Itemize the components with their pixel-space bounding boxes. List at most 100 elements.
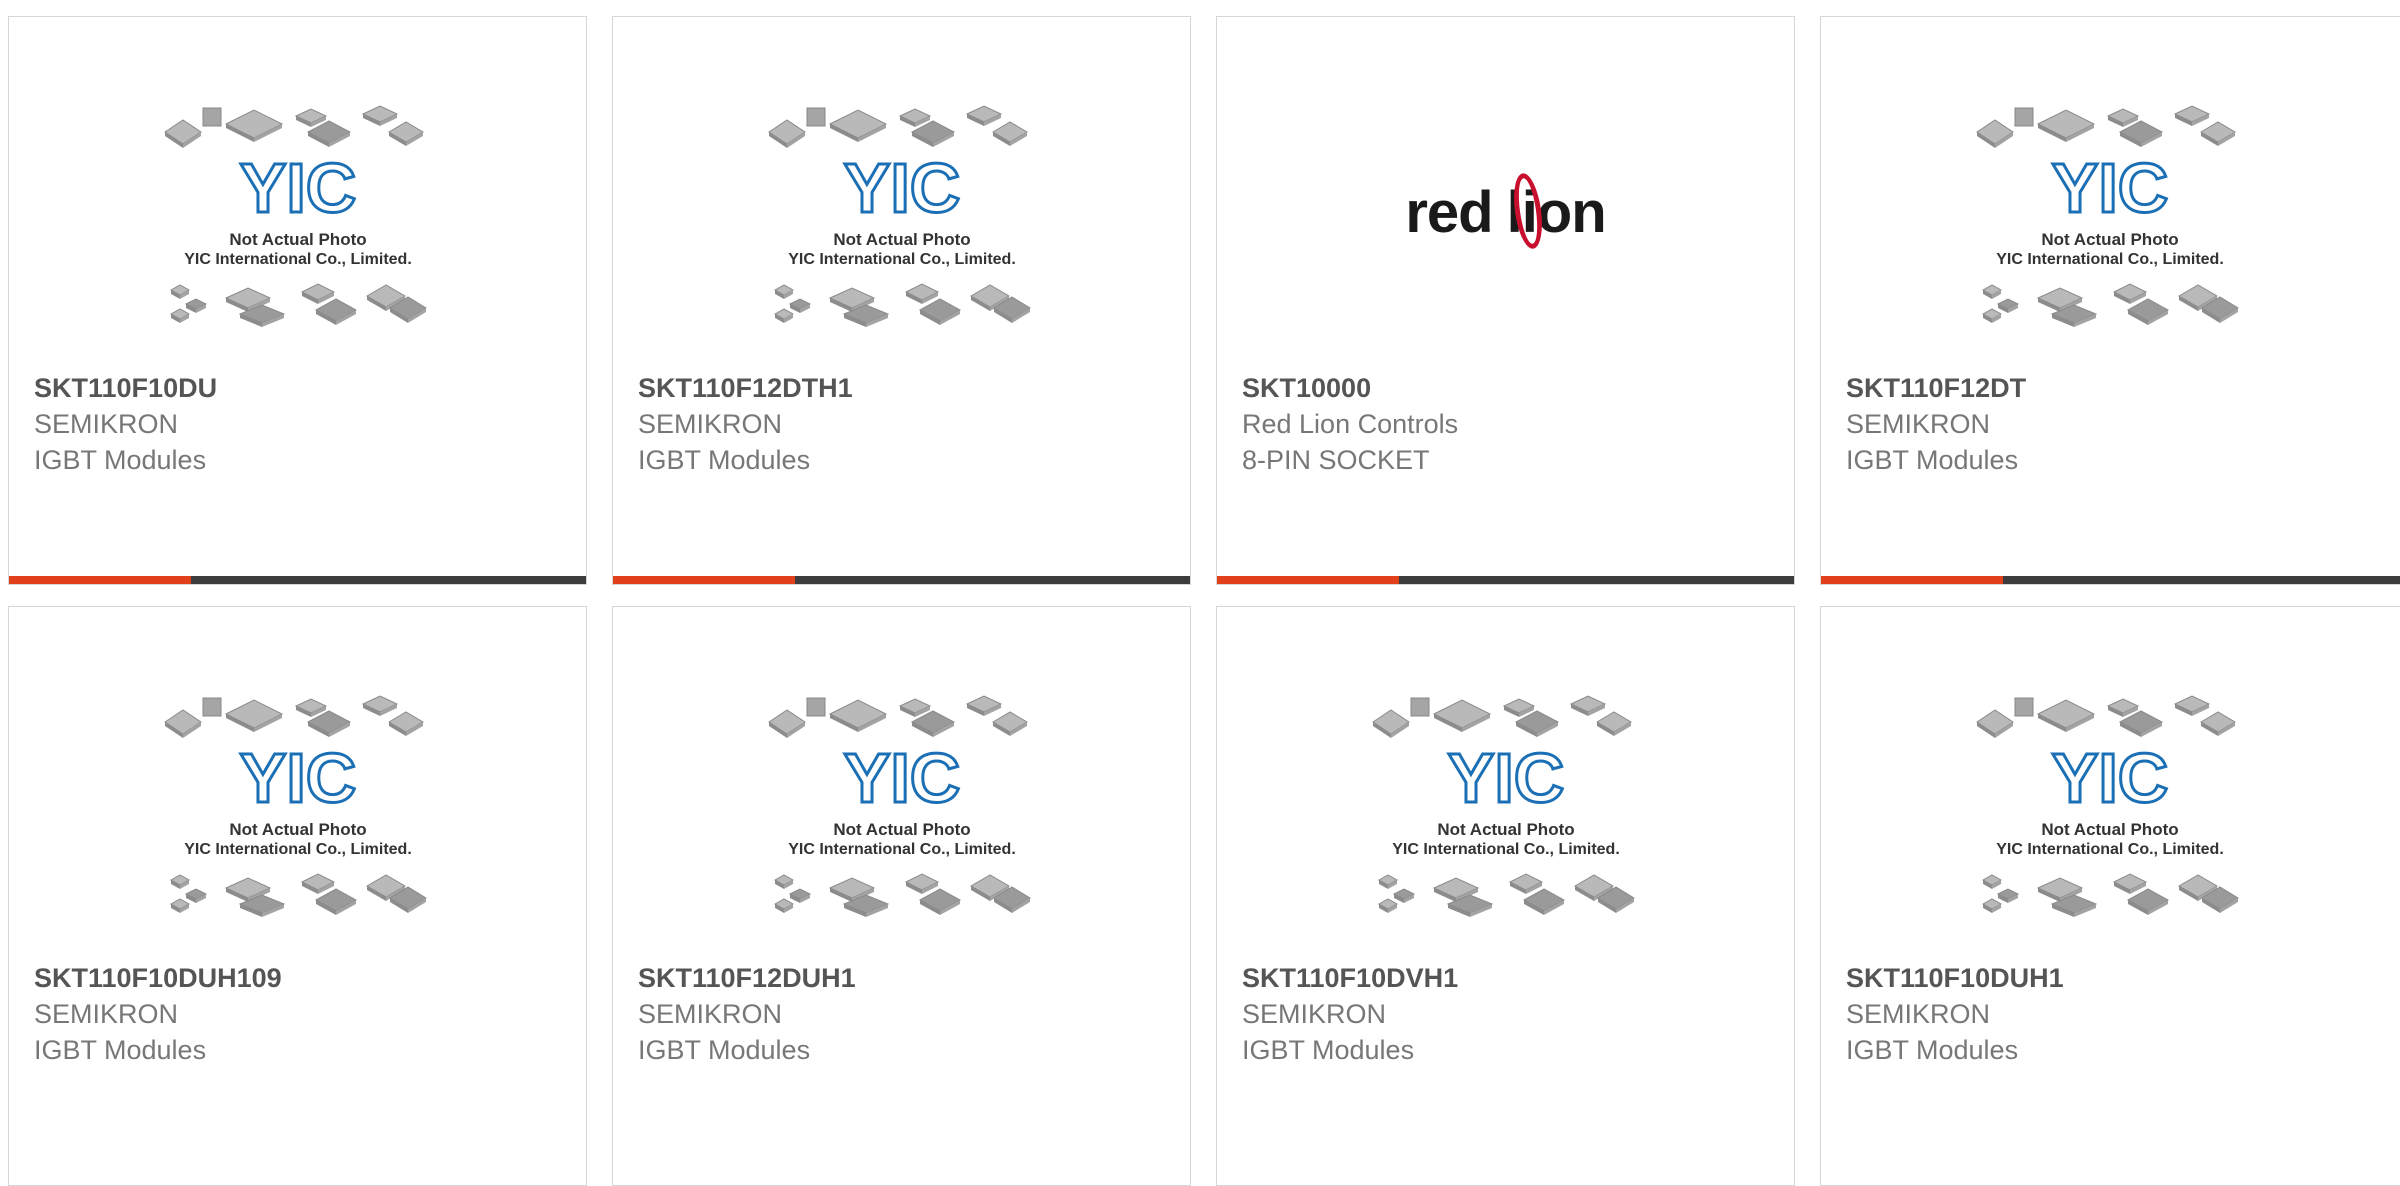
manufacturer: Red Lion Controls [1242,409,1459,439]
part-number[interactable]: SKT110F10DU [34,370,576,406]
placeholder-caption: Not Actual Photo [1437,820,1574,839]
chip-icon [1981,284,2002,299]
chip-icon [806,697,825,717]
product-card[interactable]: YIC Not Actual Photo YIC International Co.… [612,16,1191,585]
product-card[interactable]: YIC Not Actual Photo YIC International Co.… [1820,16,2400,585]
part-number[interactable]: SKT110F10DUH1 [1846,960,2394,996]
placeholder-caption: Not Actual Photo [833,820,970,839]
category: IGBT Modules [1846,445,2019,475]
not-actual-photo-placeholder: YIC Not Actual Photo YIC International Co.… [1975,695,2239,917]
chip-icon [2126,298,2169,325]
yic-logo-text: YIC [843,739,960,817]
category: IGBT Modules [34,1035,207,1065]
chip-icon [387,121,424,146]
chip-icon [163,119,202,148]
yic-logo-text: YIC [1447,739,1564,817]
placeholder-caption: Not Actual Photo [229,820,366,839]
part-number[interactable]: SKT110F10DUH109 [34,960,576,996]
product-card[interactable]: YIC Not Actual Photo YIC International Co.… [1820,606,2400,1186]
yic-logo-text: YIC [2051,149,2168,227]
part-number[interactable]: SKT110F12DTH1 [638,370,1180,406]
chip-icon [294,698,327,717]
chip-icon [1508,873,1543,894]
not-actual-photo-placeholder: YIC Not Actual Photo YIC International Co.… [767,105,1031,327]
category: IGBT Modules [638,445,811,475]
chip-icon [1371,709,1410,738]
chip-icon [1981,874,2002,889]
chip-icon [2126,888,2169,915]
manufacturer: SEMIKRON [1846,409,1991,439]
manufacturer: SEMIKRON [1242,999,1387,1029]
product-card[interactable]: YIC Not Actual Photo YIC International Co.… [612,606,1191,1186]
placeholder-caption: YIC International Co., Limited. [1996,841,2224,858]
not-actual-photo-placeholder: YIC Not Actual Photo YIC International Co.… [1371,695,1635,917]
chip-icon [1522,888,1565,915]
chip-icon [1595,711,1632,736]
chip-icon [169,874,190,889]
chip-icon [965,695,1002,716]
chip-icon [2173,695,2210,716]
chip-icon [767,709,806,738]
chip-icon [2036,109,2095,142]
chip-icon [1981,308,2002,323]
product-image[interactable]: YIC Not Actual Photo YIC International Co.… [9,57,586,367]
chip-icon [1981,898,2002,913]
product-card[interactable]: red lion SKT10000 Red Lion Controls 8-PI… [1216,16,1795,585]
chip-icon [788,298,811,313]
product-card[interactable]: YIC Not Actual Photo YIC International Co.… [8,16,587,585]
product-image[interactable]: YIC Not Actual Photo YIC International Co.… [9,647,586,957]
chip-icon [828,699,887,732]
product-image[interactable]: YIC Not Actual Photo YIC International Co.… [1821,647,2398,957]
product-image[interactable]: YIC Not Actual Photo YIC International Co.… [1821,57,2398,367]
card-accent-bar [613,576,795,584]
manufacturer: SEMIKRON [1846,999,1991,1029]
card-bottom-bar [1821,576,2400,584]
placeholder-caption: YIC International Co., Limited. [788,841,1016,858]
category: IGBT Modules [1242,1035,1415,1065]
chip-icon [184,298,207,313]
chip-icon [2036,699,2095,732]
category: 8-PIN SOCKET [1242,445,1430,475]
product-image[interactable]: YIC Not Actual Photo YIC International Co.… [613,57,1190,367]
chip-icon [991,711,1028,736]
chip-icon [773,284,794,299]
chip-icon [1975,119,2014,148]
product-image[interactable]: red lion [1217,57,1794,367]
chip-icon [1432,699,1491,732]
chip-icon [300,873,335,894]
product-image[interactable]: YIC Not Actual Photo YIC International Co.… [613,647,1190,957]
red-lion-logo: red lion [1405,57,1607,367]
chip-icon [2106,698,2139,717]
part-number[interactable]: SKT110F12DT [1846,370,2394,406]
product-card[interactable]: YIC Not Actual Photo YIC International Co.… [8,606,587,1186]
manufacturer: SEMIKRON [638,999,783,1029]
chip-icon [1975,709,2014,738]
chip-icon [991,121,1028,146]
product-image[interactable]: YIC Not Actual Photo YIC International Co.… [1217,647,1794,957]
chip-icon [2014,107,2033,127]
chip-icon [773,874,794,889]
card-accent-bar [1217,576,1399,584]
part-number[interactable]: SKT110F10DVH1 [1242,960,1784,996]
product-card[interactable]: YIC Not Actual Photo YIC International Co.… [1216,606,1795,1186]
chip-icon [224,699,283,732]
chip-icon [918,298,961,325]
chip-icon [2199,711,2236,736]
card-bottom-bar [9,576,586,584]
logo-word-lion: lion [1507,171,1607,250]
yic-logo-text: YIC [239,149,356,227]
yic-logo-text: YIC [843,149,960,227]
chip-icon [169,284,190,299]
manufacturer: SEMIKRON [638,409,783,439]
chip-icon [806,107,825,127]
manufacturer: SEMIKRON [34,409,179,439]
chip-icon [1569,695,1606,716]
not-actual-photo-placeholder: YIC Not Actual Photo YIC International Co.… [163,695,427,917]
chip-icon [898,108,931,127]
part-number[interactable]: SKT110F12DUH1 [638,960,1180,996]
chip-icon [904,873,939,894]
yic-logo-text: YIC [239,739,356,817]
part-number[interactable]: SKT10000 [1242,370,1784,406]
category: IGBT Modules [34,445,207,475]
not-actual-photo-placeholder: YIC Not Actual Photo YIC International Co.… [163,105,427,327]
